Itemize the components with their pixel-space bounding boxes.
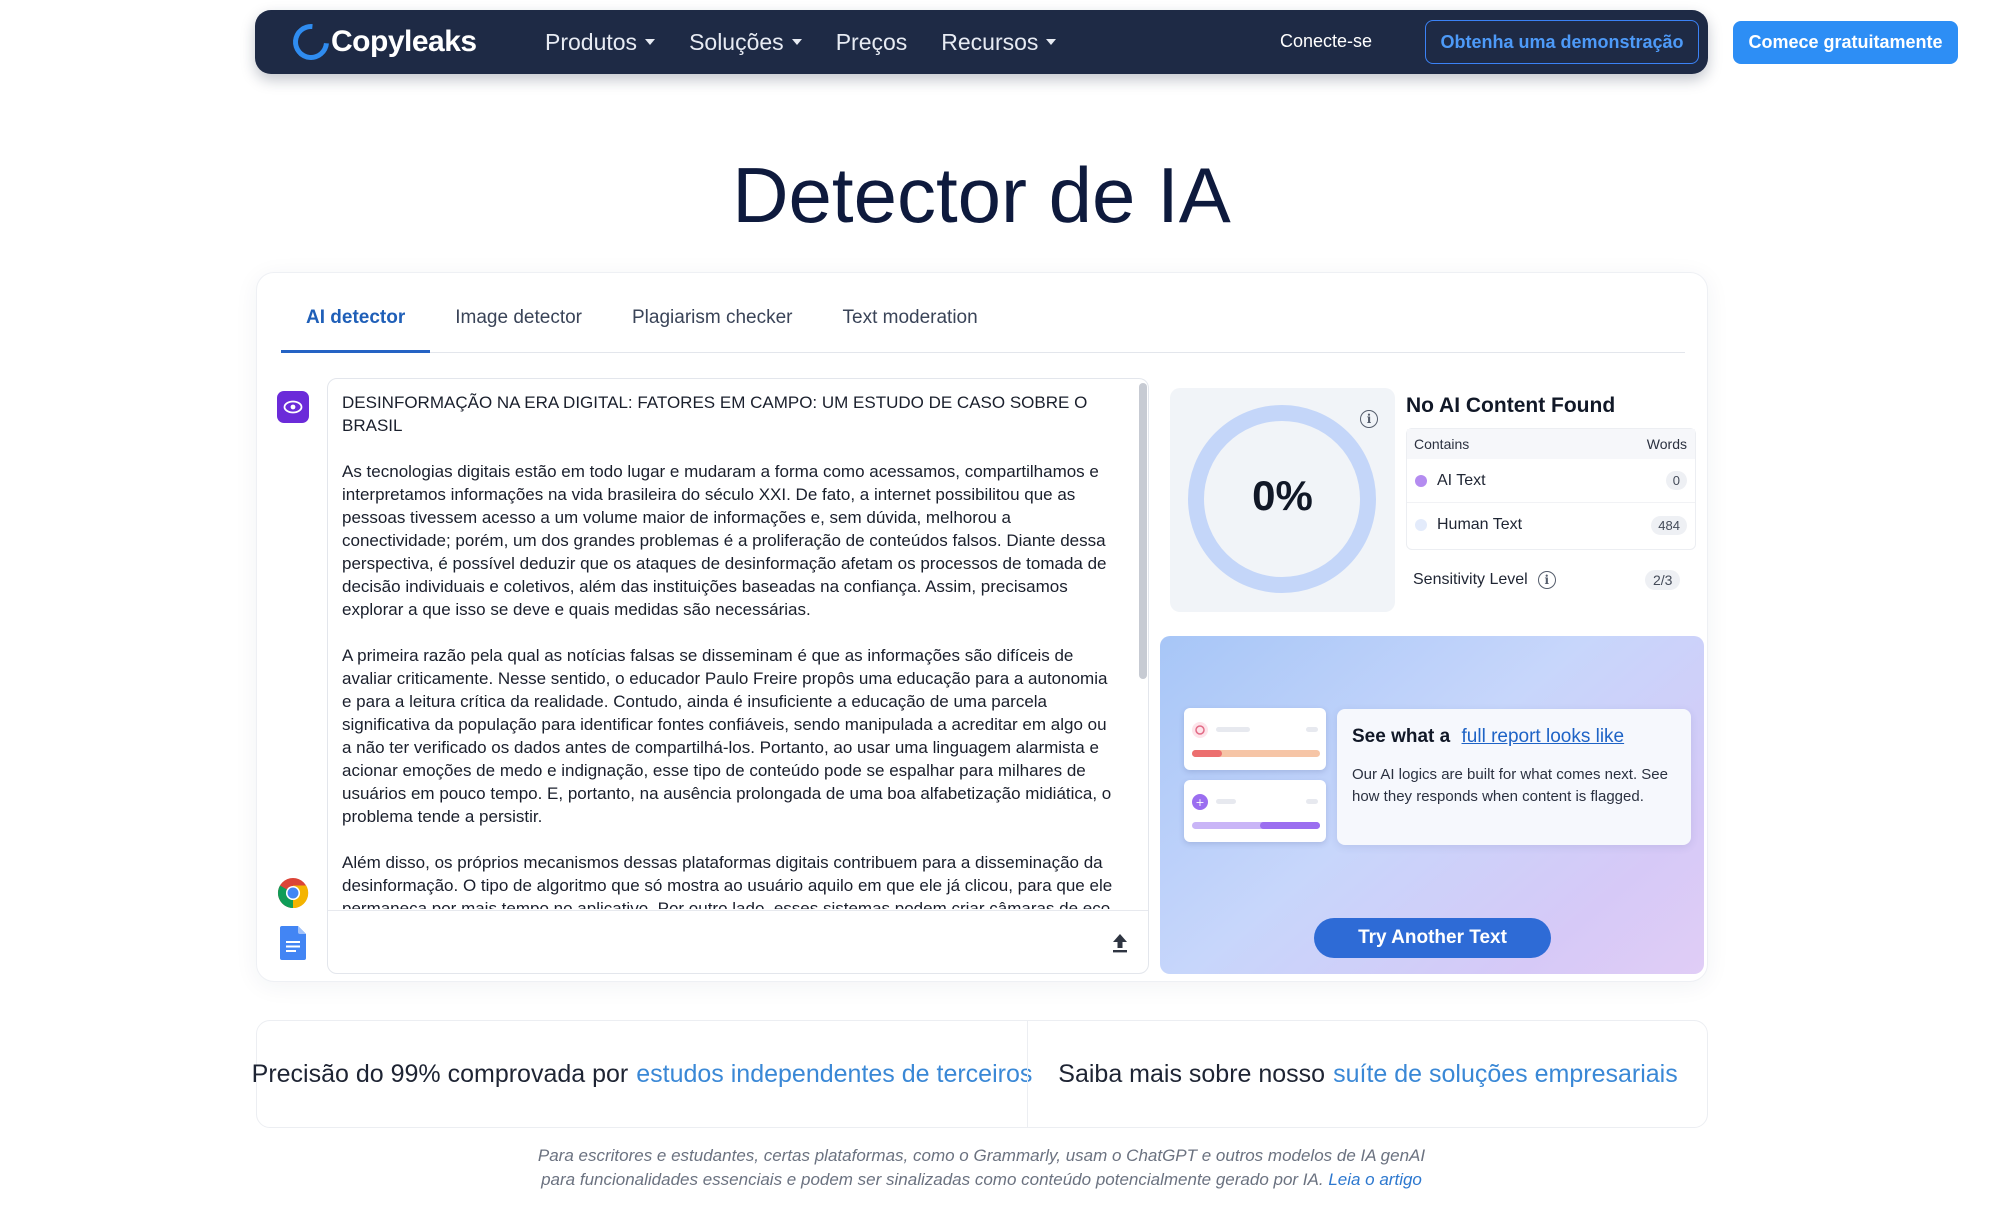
nav-item-label: Recursos <box>941 28 1039 55</box>
sensitivity-value[interactable]: 2/3 <box>1645 570 1681 590</box>
promo-body: Our AI logics are built for what comes n… <box>1352 766 1668 805</box>
editor-paragraph: DESINFORMAÇÃO NA ERA DIGITAL: FATORES EM… <box>342 393 1088 435</box>
nav-item-label: Soluções <box>689 28 784 55</box>
login-link[interactable]: Conecte-se <box>1280 31 1372 52</box>
full-report-link[interactable]: full report looks like <box>1462 726 1625 747</box>
footnote-line-2: para funcionalidades essenciais e podem … <box>0 1168 1963 1192</box>
enterprise-suite-claim: Saiba mais sobre nosso suíte de soluções… <box>1028 1021 1708 1127</box>
sensitivity-label: Sensitivity Level <box>1413 571 1528 588</box>
independent-studies-link[interactable]: estudos independentes de terceiros <box>636 1060 1032 1089</box>
nav-menu: Produtos Soluções Preços Recursos <box>545 10 1090 74</box>
enterprise-text: Saiba mais sobre nosso <box>1058 1059 1326 1088</box>
page-title: Detector de IA <box>732 151 1231 239</box>
words-header: Words <box>1646 436 1687 452</box>
copyleaks-logo[interactable]: Copyleaks <box>285 16 477 68</box>
tab-ai-detector[interactable]: AI detector <box>281 297 431 353</box>
row-count: 484 <box>1651 515 1687 535</box>
editor-footer <box>328 910 1148 973</box>
chevron-down-icon <box>1046 39 1057 45</box>
editor-paragraph: A primeira razão pela qual as notícias f… <box>342 646 1112 826</box>
report-preview-card <box>1184 708 1326 770</box>
upload-icon[interactable] <box>1108 931 1132 955</box>
enterprise-solutions-link[interactable]: suíte de soluções empresariais <box>1333 1060 1678 1089</box>
row-count: 0 <box>1665 471 1687 490</box>
eye-icon[interactable] <box>277 391 309 423</box>
accuracy-text: Precisão do 99% comprovada por <box>251 1059 629 1088</box>
editor-content[interactable]: DESINFORMAÇÃO NA ERA DIGITAL: FATORES EM… <box>342 391 1120 909</box>
chevron-down-icon <box>791 39 802 45</box>
nav-item-label: Preços <box>835 28 908 55</box>
start-free-button[interactable]: Comece gratuitamente <box>1733 21 1958 64</box>
info-icon[interactable]: i <box>1360 410 1378 428</box>
top-navbar: Copyleaks Produtos Soluções Preços Recur… <box>255 10 1708 74</box>
try-another-text-button[interactable]: Try Another Text <box>1314 918 1551 958</box>
promo-card: See what a full report looks like Our AI… <box>1337 709 1691 845</box>
tab-plagiarism-checker[interactable]: Plagiarism checker <box>607 297 818 353</box>
tab-image-detector[interactable]: Image detector <box>430 297 607 353</box>
row-label: Human Text <box>1437 516 1523 533</box>
ai-score-value: 0% <box>1252 472 1313 519</box>
ai-text-dot <box>1415 474 1427 487</box>
report-promo: + See what a full report looks like Our … <box>1160 636 1704 974</box>
human-text-dot <box>1415 519 1427 531</box>
svg-text:+: + <box>1195 796 1204 809</box>
nav-item-produtos[interactable]: Produtos <box>545 28 656 56</box>
read-article-link[interactable]: Leia o artigo <box>1328 1170 1422 1189</box>
table-row-human-text: Human Text 484 <box>1407 503 1695 547</box>
tool-tabs: AI detector Image detector Plagiarism ch… <box>281 297 1685 353</box>
promo-heading: See what a full report looks like <box>1352 726 1624 748</box>
table-row-ai-text: AI Text 0 <box>1407 459 1695 503</box>
nav-item-label: Produtos <box>545 28 638 55</box>
word-breakdown-table: Contains Words AI Text 0 Human Text 484 <box>1406 428 1696 550</box>
editor-paragraph: As tecnologias digitais estão em todo lu… <box>342 462 1107 619</box>
text-editor[interactable]: DESINFORMAÇÃO NA ERA DIGITAL: FATORES EM… <box>327 378 1149 974</box>
detector-card: AI detector Image detector Plagiarism ch… <box>256 272 1708 982</box>
nav-item-recursos[interactable]: Recursos <box>941 28 1057 56</box>
accuracy-claim: Precisão do 99% comprovada por estudos i… <box>252 1021 1033 1127</box>
tab-text-moderation[interactable]: Text moderation <box>818 297 1003 353</box>
result-panel: 0% i No AI Content Found Contains Words … <box>1160 378 1704 618</box>
result-title: No AI Content Found <box>1406 394 1616 417</box>
disclaimer-footnote: Para escritores e estudantes, certas pla… <box>0 1144 1963 1192</box>
contains-header: Contains <box>1414 436 1470 452</box>
promo-heading-text: See what a <box>1352 726 1451 747</box>
nav-item-precos[interactable]: Preços <box>836 29 908 56</box>
google-docs-icon[interactable] <box>277 926 309 960</box>
logo-ring-icon <box>285 16 337 68</box>
table-header: Contains Words <box>1407 429 1695 459</box>
editor-scrollbar[interactable] <box>1139 383 1147 679</box>
footnote-line-1: Para escritores e estudantes, certas pla… <box>537 1146 1426 1165</box>
logo-text: Copyleaks <box>331 25 477 58</box>
sensitivity-level: Sensitivity Level i <box>1413 571 1556 589</box>
row-label: AI Text <box>1437 471 1486 489</box>
info-strip: Precisão do 99% comprovada por estudos i… <box>252 1020 1708 1128</box>
info-icon[interactable]: i <box>1537 571 1556 589</box>
nav-item-solucoes[interactable]: Soluções <box>689 29 802 56</box>
ai-score-gauge: 0% i <box>1170 388 1395 612</box>
chrome-extension-icon[interactable] <box>277 877 309 909</box>
footnote-line-2-text: para funcionalidades essenciais e podem … <box>541 1170 1324 1189</box>
get-demo-button[interactable]: Obtenha uma demonstração <box>1425 20 1699 64</box>
editor-paragraph: Além disso, os próprios mecanismos dessa… <box>342 853 1115 909</box>
chevron-down-icon <box>645 39 656 45</box>
report-preview-card: + <box>1184 780 1326 842</box>
